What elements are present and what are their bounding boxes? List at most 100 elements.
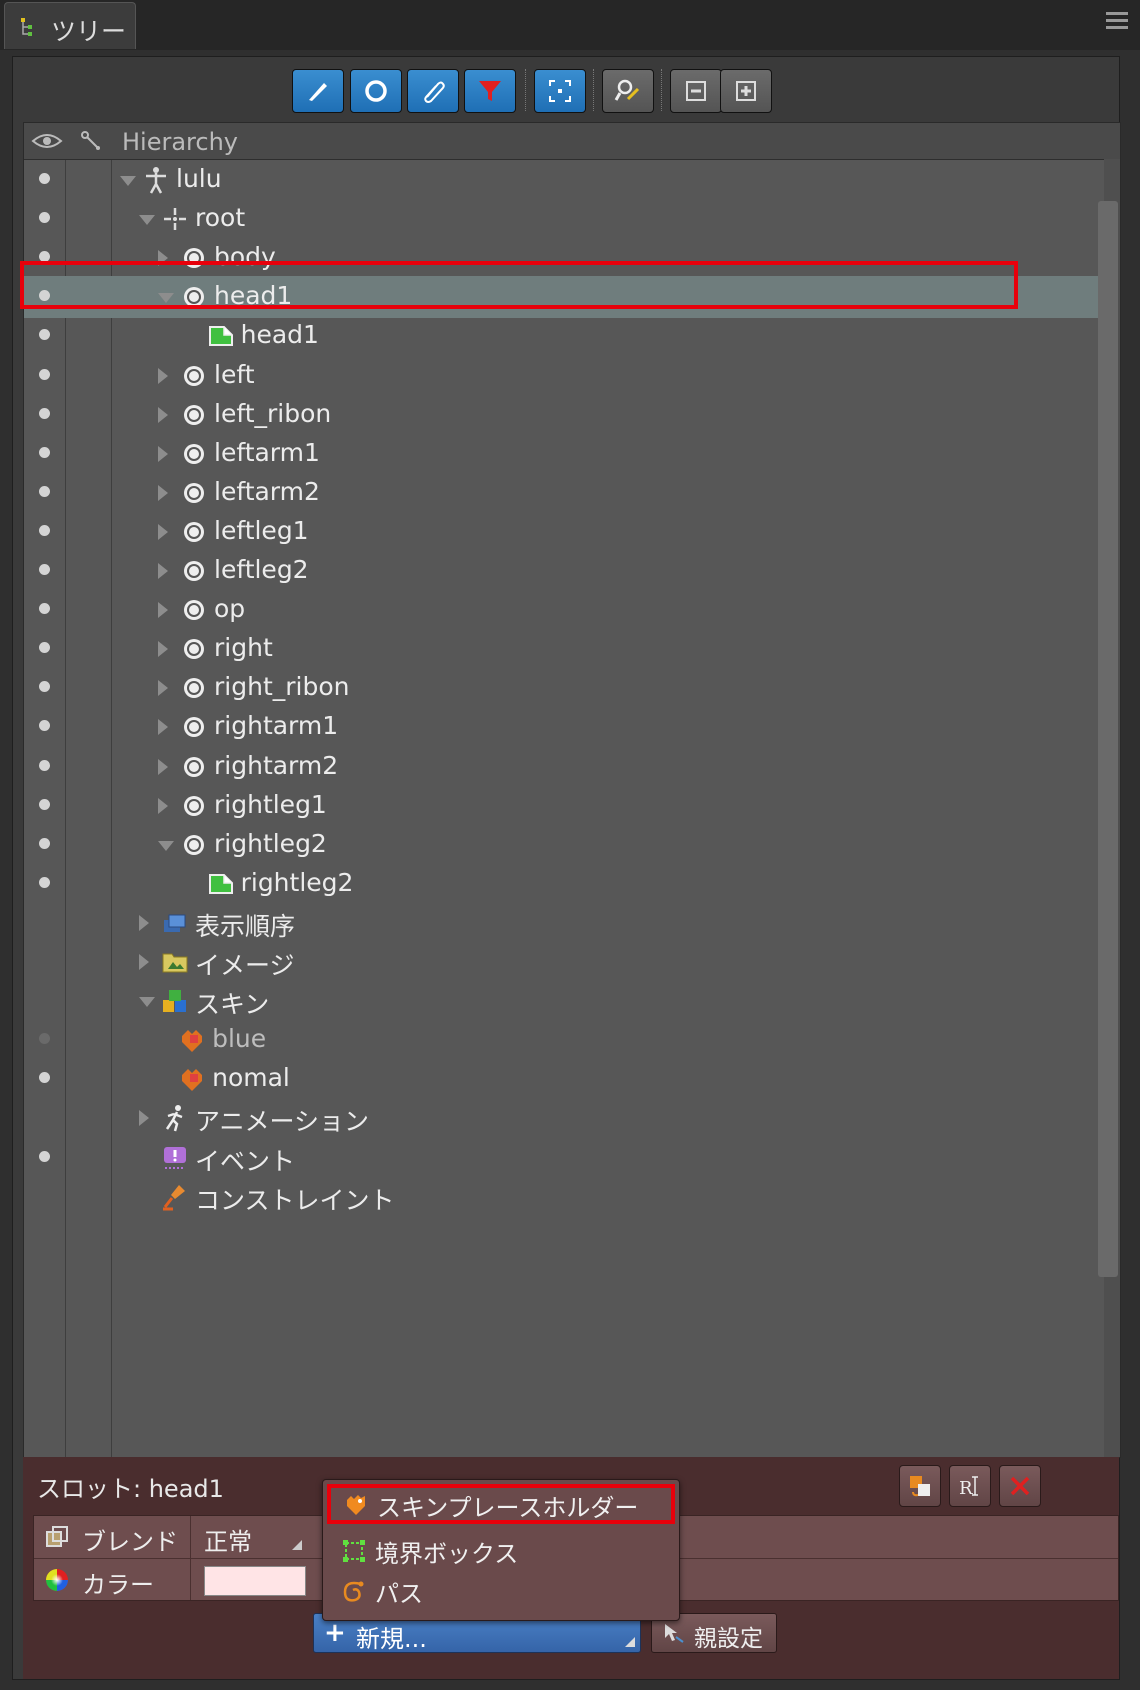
visibility-dot[interactable] (39, 212, 50, 223)
svg-text:R: R (959, 1478, 973, 1499)
plus-icon: + (324, 1618, 346, 1648)
tree-row[interactable]: right_ribon (24, 667, 1104, 709)
tree-row-label: left (214, 360, 255, 389)
tree-row[interactable]: root (24, 198, 1104, 240)
chevron-right-icon[interactable] (158, 680, 168, 696)
tab-tree[interactable]: ツリー (4, 2, 136, 49)
tree-row[interactable]: blue (24, 1019, 1104, 1061)
tree-row[interactable]: head1 (24, 315, 1104, 357)
visibility-dot[interactable] (39, 760, 50, 771)
visibility-dot[interactable] (39, 525, 50, 536)
visibility-dot[interactable] (39, 1033, 50, 1044)
panel-menu-icon[interactable] (1106, 12, 1128, 32)
tree-row[interactable]: leftarm1 (24, 433, 1104, 475)
scrollbar-thumb[interactable] (1098, 201, 1118, 1277)
expand-all-button[interactable] (720, 69, 772, 113)
blend-mode-select[interactable]: 正常 (204, 1522, 252, 1557)
scrollbar-track[interactable] (1098, 159, 1120, 1457)
chevron-down-icon[interactable] (139, 215, 155, 225)
color-swatch[interactable] (204, 1566, 306, 1596)
focus-button[interactable] (534, 69, 586, 113)
tree-row[interactable]: leftleg2 (24, 550, 1104, 592)
visibility-dot[interactable] (39, 564, 50, 575)
rename-button[interactable]: R (949, 1465, 991, 1507)
filter-button[interactable] (464, 69, 516, 113)
skin-icon (178, 1026, 206, 1054)
attachments-toggle-button[interactable] (407, 69, 459, 113)
chevron-right-icon[interactable] (158, 602, 168, 618)
tree-row[interactable]: leftleg1 (24, 511, 1104, 553)
chevron-right-icon[interactable] (158, 719, 168, 735)
visibility-dot[interactable] (39, 486, 50, 497)
tree-row[interactable]: rightarm2 (24, 746, 1104, 788)
collapse-all-button[interactable] (670, 69, 722, 113)
chevron-right-icon[interactable] (158, 485, 168, 501)
visibility-dot[interactable] (39, 1151, 50, 1162)
chevron-down-icon[interactable] (139, 997, 155, 1007)
visibility-dot[interactable] (39, 681, 50, 692)
menu-item-path[interactable]: パス (323, 1570, 679, 1610)
bone-icon (180, 596, 208, 624)
visibility-dot[interactable] (39, 408, 50, 419)
visibility-dot[interactable] (39, 603, 50, 614)
tree-row-label: イメージ (195, 951, 295, 980)
bone-icon (180, 440, 208, 468)
visibility-dot[interactable] (39, 329, 50, 340)
delete-button[interactable] (999, 1465, 1041, 1507)
visibility-dot[interactable] (39, 877, 50, 888)
tree-row[interactable]: lulu (24, 159, 1104, 201)
eye-icon[interactable] (31, 129, 63, 153)
close-icon (1010, 1476, 1030, 1496)
chevron-right-icon[interactable] (158, 446, 168, 462)
search-button[interactable] (602, 69, 654, 113)
chevron-right-icon[interactable] (158, 641, 168, 657)
dropdown-corner-icon (625, 1637, 635, 1647)
visibility-dot[interactable] (39, 799, 50, 810)
bone-icon (180, 479, 208, 507)
visibility-dot[interactable] (39, 447, 50, 458)
chevron-right-icon[interactable] (139, 1110, 149, 1126)
hierarchy-tree[interactable]: Hierarchy lulu root body head1 head1 left left… (23, 122, 1121, 1458)
toolbar-separator (661, 69, 664, 111)
chevron-right-icon[interactable] (158, 407, 168, 423)
tree-row[interactable]: nomal (24, 1058, 1104, 1100)
visibility-dot[interactable] (39, 369, 50, 380)
menu-item-skin-placeholder[interactable]: スキンプレースホルダー (327, 1484, 675, 1524)
chevron-right-icon[interactable] (158, 524, 168, 540)
chevron-right-icon[interactable] (139, 915, 149, 931)
tree-row[interactable]: left (24, 355, 1104, 397)
chevron-right-icon[interactable] (158, 368, 168, 384)
color-wheel-icon (46, 1569, 68, 1591)
chevron-down-icon[interactable] (158, 841, 174, 851)
chevron-right-icon[interactable] (158, 798, 168, 814)
visibility-dot[interactable] (39, 173, 50, 184)
bones-toggle-button[interactable] (292, 69, 344, 113)
chevron-down-icon[interactable] (120, 176, 136, 186)
tree-row[interactable]: アニメーション (24, 1097, 1104, 1139)
tree-row[interactable]: rightleg2 (24, 824, 1104, 866)
tree-row[interactable]: イベント (24, 1137, 1104, 1179)
tree-row[interactable]: イメージ (24, 941, 1104, 983)
tree-row[interactable]: left_ribon (24, 394, 1104, 436)
slots-toggle-button[interactable] (350, 69, 402, 113)
swap-button[interactable] (899, 1465, 941, 1507)
chevron-right-icon[interactable] (139, 954, 149, 970)
chevron-right-icon[interactable] (158, 759, 168, 775)
visibility-dot[interactable] (39, 838, 50, 849)
bone-icon[interactable] (79, 129, 103, 153)
tree-row[interactable]: rightarm1 (24, 706, 1104, 748)
tree-row[interactable]: スキン (24, 980, 1104, 1022)
tree-row[interactable]: right (24, 628, 1104, 670)
tree-row[interactable]: コンストレイント (24, 1176, 1104, 1218)
visibility-dot[interactable] (39, 1072, 50, 1083)
chevron-right-icon[interactable] (158, 563, 168, 579)
visibility-dot[interactable] (39, 642, 50, 653)
tree-row[interactable]: op (24, 589, 1104, 631)
tree-row[interactable]: 表示順序 (24, 902, 1104, 944)
visibility-dot[interactable] (39, 720, 50, 731)
tree-row[interactable]: rightleg2 (24, 863, 1104, 905)
tree-row[interactable]: rightleg1 (24, 785, 1104, 827)
menu-item-bounding-box[interactable]: 境界ボックス (323, 1530, 679, 1570)
tree-row[interactable]: leftarm2 (24, 472, 1104, 514)
bone-icon (180, 635, 208, 663)
